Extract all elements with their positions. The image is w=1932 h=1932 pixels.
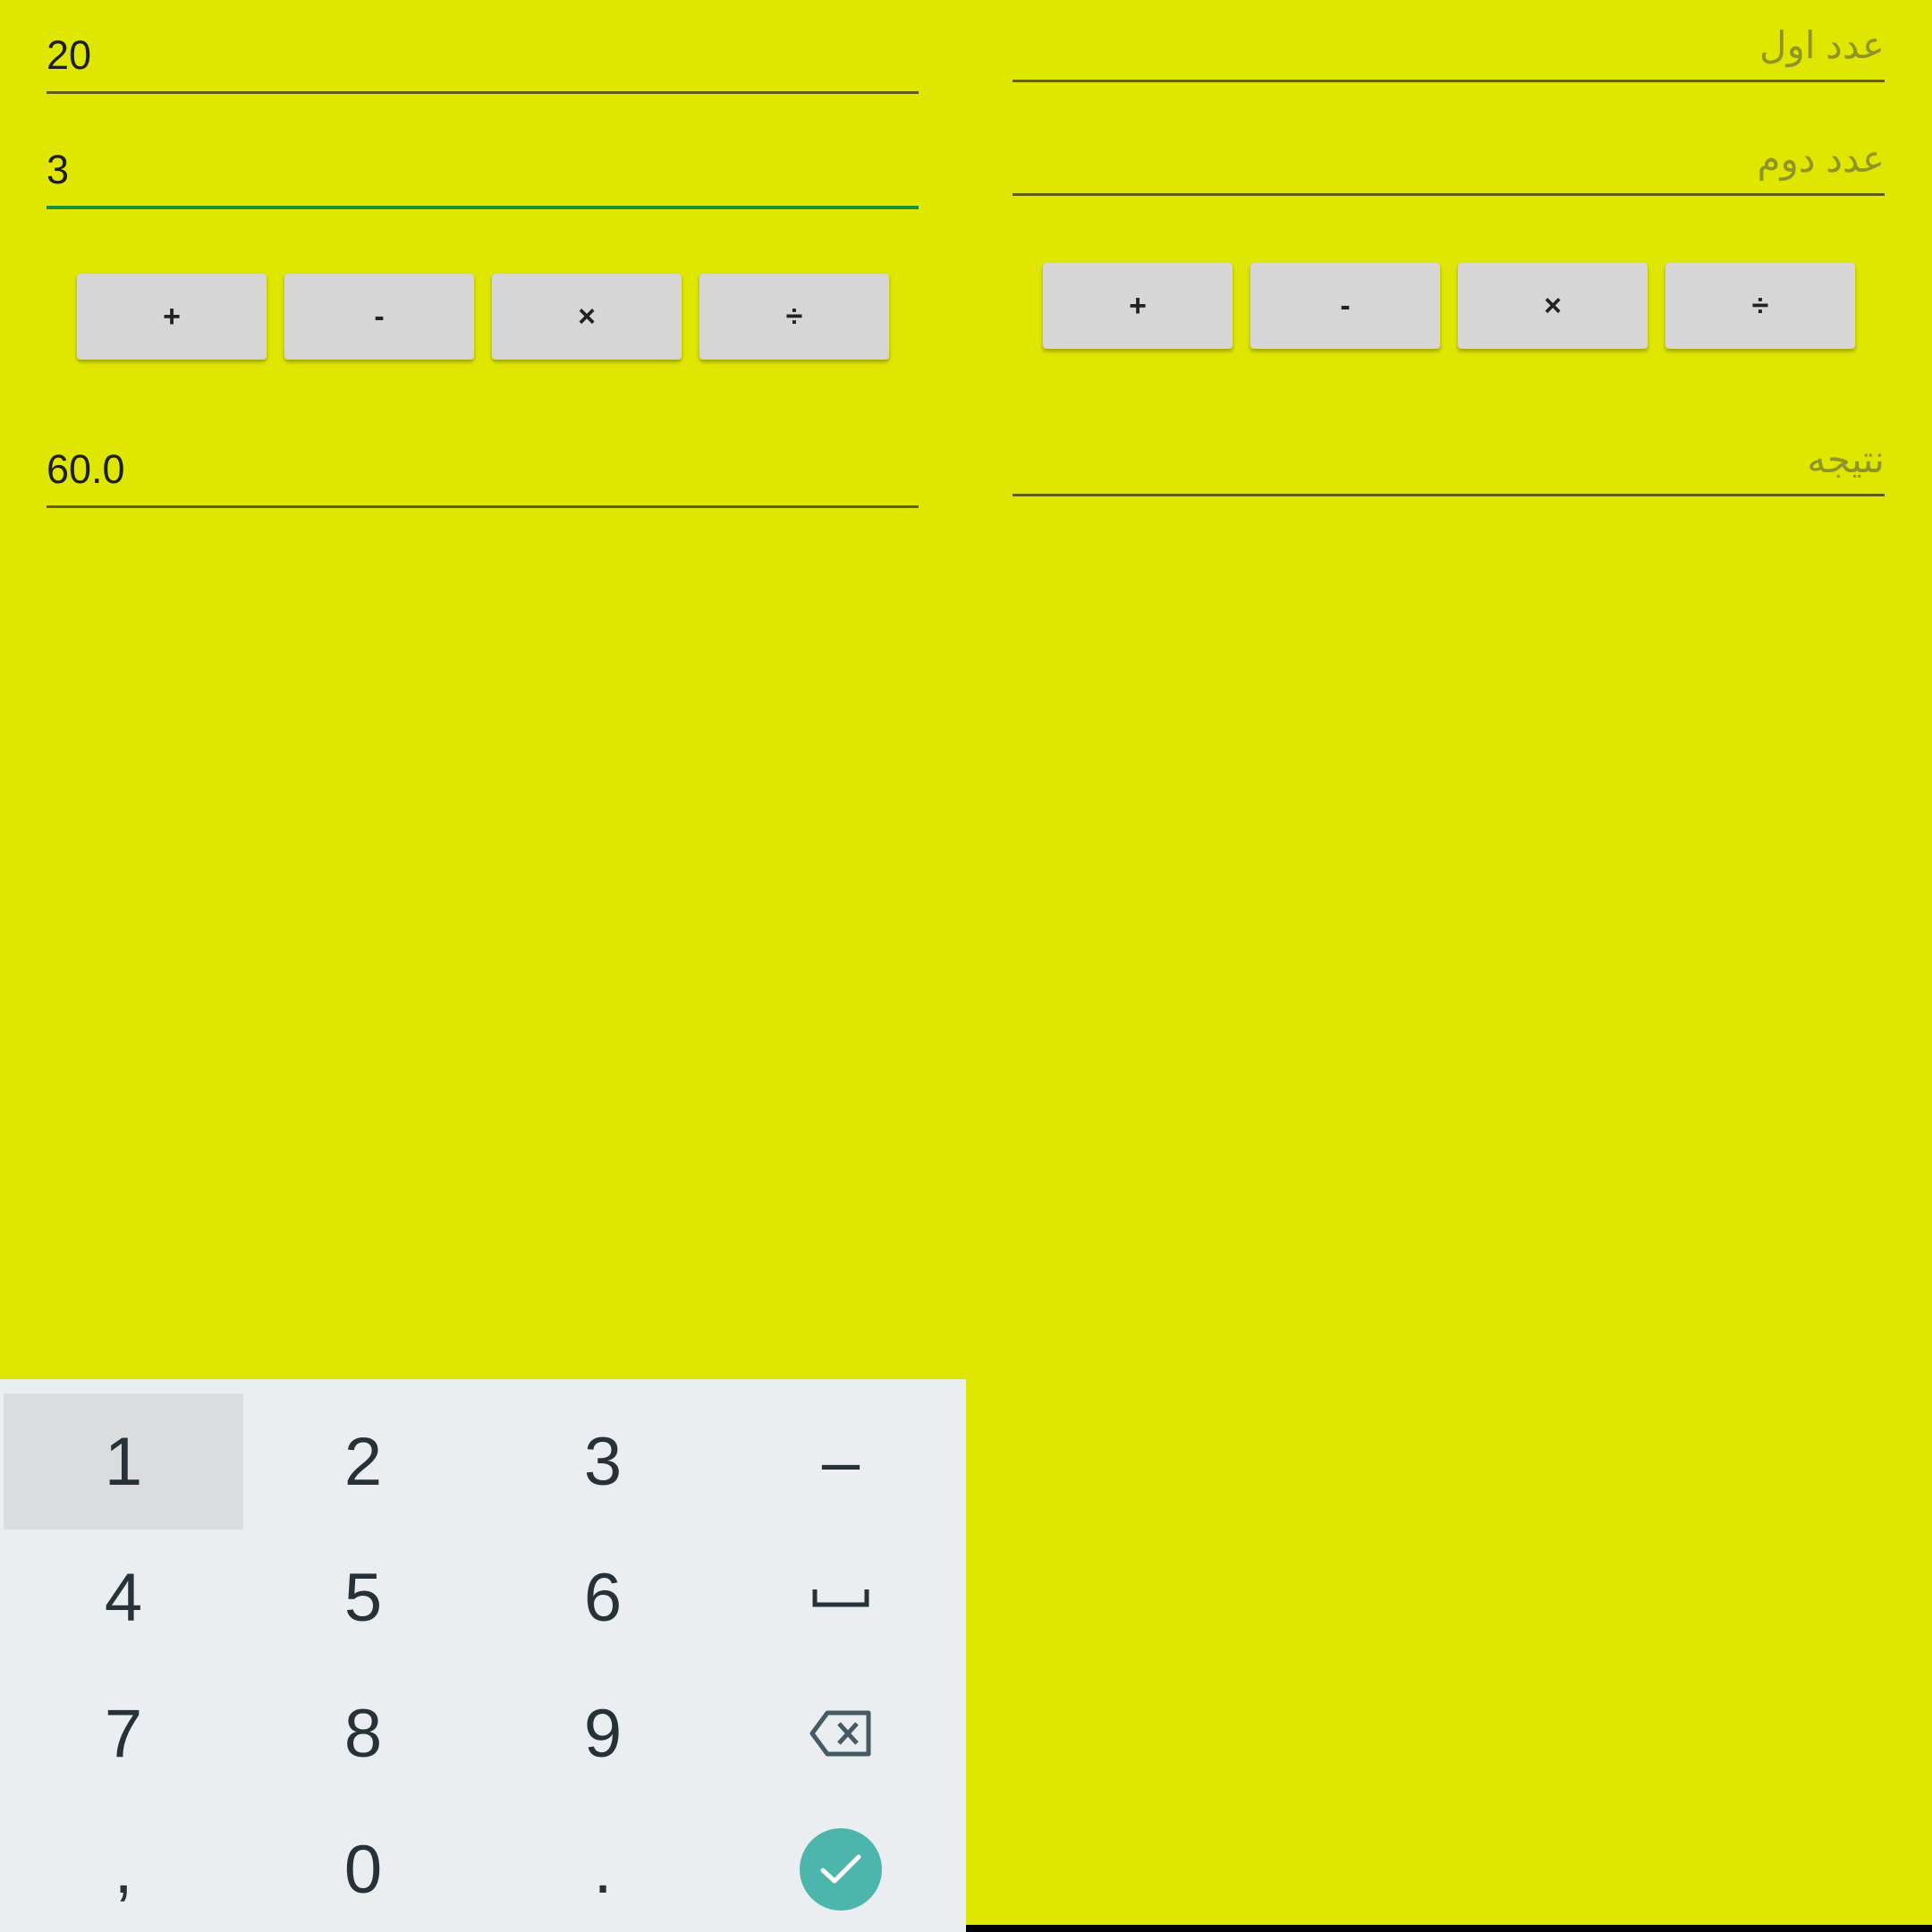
- key-space[interactable]: [721, 1530, 961, 1665]
- calculator-screen-empty: عدد اول عدد دوم + - × ÷ نتیجه: [966, 0, 1932, 1925]
- result-field[interactable]: نتیجه: [1013, 404, 1885, 496]
- key-5[interactable]: 5: [243, 1530, 483, 1665]
- subtract-button[interactable]: -: [1250, 263, 1440, 349]
- subtract-button[interactable]: -: [284, 274, 474, 360]
- key-comma[interactable]: ,: [4, 1801, 243, 1932]
- result-value: 60.0: [47, 446, 125, 492]
- divide-button[interactable]: ÷: [1665, 263, 1855, 349]
- first-number-field[interactable]: عدد اول: [1013, 0, 1885, 82]
- second-number-hint: عدد دوم: [1757, 138, 1885, 180]
- second-number-value: 3: [47, 147, 70, 192]
- multiply-button[interactable]: ×: [1458, 263, 1648, 349]
- key-done[interactable]: [721, 1801, 961, 1932]
- calculator-screen-filled: 20 3 + - × ÷ 60.0 1 2 3 – 4 5 6 7 8 9 , …: [0, 0, 966, 1932]
- key-minus[interactable]: –: [721, 1394, 961, 1530]
- key-9[interactable]: 9: [483, 1665, 723, 1801]
- first-number-value: 20: [47, 32, 92, 78]
- done-button-circle: [800, 1828, 882, 1911]
- key-decimal-point[interactable]: .: [483, 1801, 723, 1932]
- numeric-keyboard: 1 2 3 – 4 5 6 7 8 9 , 0 .: [0, 1379, 966, 1932]
- key-6[interactable]: 6: [483, 1530, 723, 1665]
- first-number-field[interactable]: 20: [47, 2, 919, 94]
- multiply-button[interactable]: ×: [492, 274, 682, 360]
- key-0[interactable]: 0: [243, 1801, 483, 1932]
- key-7[interactable]: 7: [4, 1665, 243, 1801]
- second-number-field[interactable]: عدد دوم: [1013, 104, 1885, 196]
- backspace-icon: [809, 1710, 871, 1757]
- add-button[interactable]: +: [1043, 263, 1233, 349]
- key-3[interactable]: 3: [483, 1394, 723, 1530]
- divide-button[interactable]: ÷: [699, 274, 889, 360]
- key-2[interactable]: 2: [243, 1394, 483, 1530]
- result-hint: نتیجه: [1807, 438, 1885, 480]
- second-number-field[interactable]: 3: [47, 116, 919, 209]
- operator-button-row: + - × ÷: [1043, 263, 1855, 352]
- space-icon: [812, 1589, 869, 1607]
- result-field[interactable]: 60.0: [47, 416, 919, 508]
- key-1[interactable]: 1: [4, 1394, 243, 1530]
- key-backspace[interactable]: [721, 1665, 961, 1801]
- add-button[interactable]: +: [77, 274, 267, 360]
- key-8[interactable]: 8: [243, 1665, 483, 1801]
- done-check-icon: [820, 1854, 861, 1884]
- first-number-hint: عدد اول: [1759, 24, 1885, 66]
- key-4[interactable]: 4: [4, 1530, 243, 1665]
- operator-button-row: + - × ÷: [77, 274, 889, 363]
